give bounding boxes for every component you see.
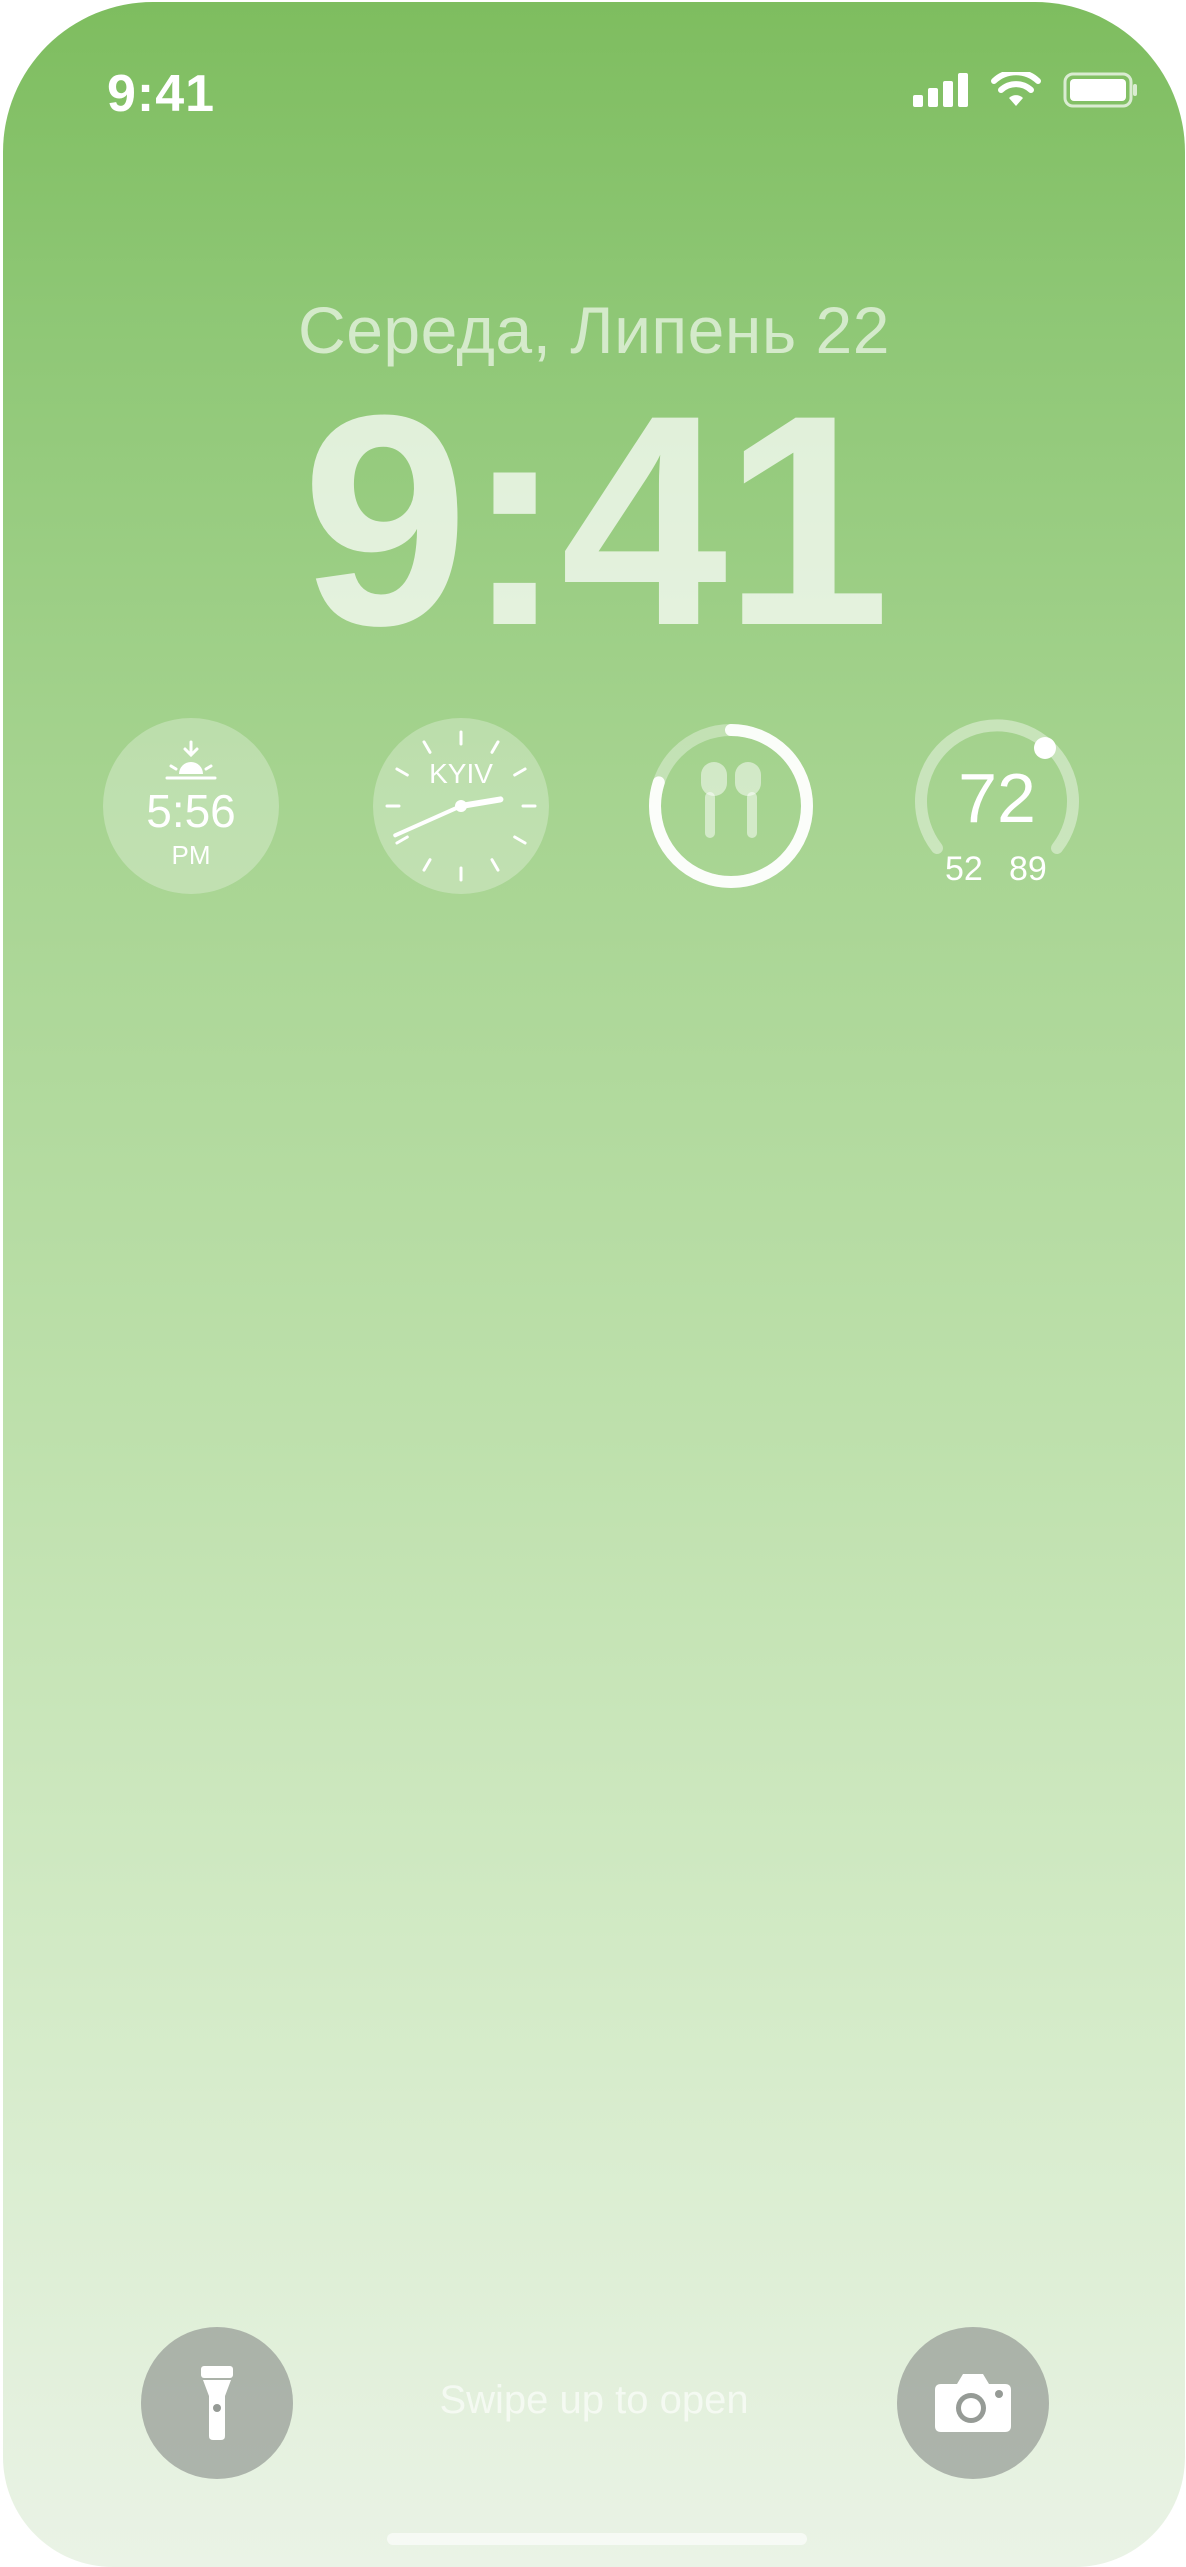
clock-minute-hand: [393, 804, 463, 838]
clock-tick: [422, 858, 432, 872]
sunset-icon: [165, 740, 217, 780]
weather-current-temp: 72: [958, 759, 1036, 837]
weather-widget[interactable]: 72 52 89: [909, 718, 1085, 894]
battery-icon: [1063, 72, 1137, 108]
clock-tick: [490, 858, 500, 872]
clock-tick: [513, 835, 527, 845]
battery-widget[interactable]: [643, 718, 819, 894]
lock-screen: 9:41 Середа, Липень 22 9:41 5:56 PM KYIV…: [3, 2, 1185, 2567]
clock-center: [455, 800, 467, 812]
clock-tick: [395, 835, 409, 845]
camera-icon: [935, 2374, 1011, 2432]
clock-face-icon: [385, 730, 537, 882]
world-clock-widget[interactable]: KYIV: [373, 718, 549, 894]
sunset-period: PM: [171, 840, 211, 870]
home-indicator[interactable]: [387, 2533, 807, 2545]
sunset-time: 5:56: [146, 785, 236, 837]
lock-time: 9:41: [301, 352, 890, 688]
status-time: 9:41: [107, 65, 216, 123]
clock-tick: [490, 740, 500, 754]
signal-icon: [913, 73, 968, 107]
wifi-icon: [991, 72, 1041, 106]
clock-tick: [422, 740, 432, 754]
sunset-widget[interactable]: 5:56 PM: [103, 718, 279, 894]
weather-high-temp: 89: [1009, 850, 1047, 888]
weather-low-temp: 52: [945, 850, 983, 888]
status-icons: [913, 72, 1139, 108]
camera-button[interactable]: [897, 2327, 1049, 2479]
clock-city: KYIV: [429, 758, 493, 789]
clock-hour-hand: [458, 796, 504, 809]
airpods-icon: [649, 724, 813, 888]
